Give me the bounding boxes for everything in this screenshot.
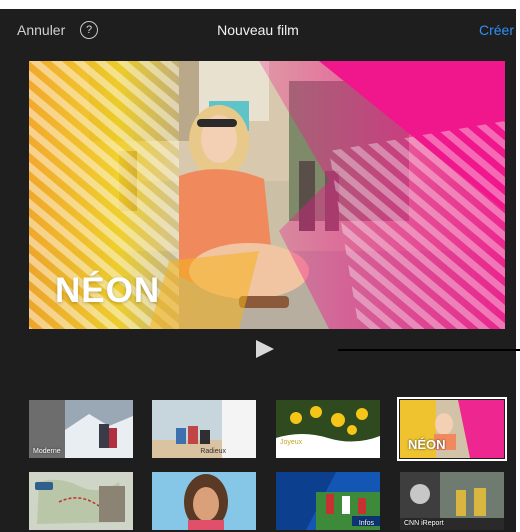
theme-preview[interactable]: NÉON xyxy=(29,61,505,329)
theme-thumbnail-moderne[interactable]: Moderne xyxy=(29,400,133,458)
navigation-bar: Annuler ? Nouveau film Créer xyxy=(0,9,516,53)
thumbnail-image xyxy=(276,400,380,458)
theme-label: Radieux xyxy=(200,448,226,455)
theme-label: Infos xyxy=(358,520,374,527)
new-movie-screen: Annuler ? Nouveau film Créer NÉON Modern… xyxy=(0,0,520,532)
theme-label: CNN iReport xyxy=(404,520,444,527)
playback-scrubber[interactable] xyxy=(338,349,520,351)
theme-thumbnail-neon[interactable]: NÉON xyxy=(397,397,507,461)
theme-thumbnail-radieux[interactable]: Radieux xyxy=(152,400,256,458)
right-edge xyxy=(516,0,520,532)
play-icon xyxy=(256,340,274,358)
create-button[interactable]: Créer xyxy=(479,22,514,38)
thumbnail-image xyxy=(29,472,133,530)
theme-thumbnail-joyeux[interactable]: Joyeux xyxy=(276,400,380,458)
theme-thumbnail-infos[interactable]: Infos xyxy=(276,472,380,530)
theme-thumbnail-portrait[interactable] xyxy=(152,472,256,530)
page-title: Nouveau film xyxy=(217,22,299,38)
theme-thumbnail-travel[interactable] xyxy=(29,472,133,530)
theme-list: Moderne Radieux Joyeux NÉON Infos CNN iR… xyxy=(0,396,516,532)
top-edge xyxy=(0,0,520,9)
play-button[interactable] xyxy=(254,339,276,359)
theme-label: Moderne xyxy=(33,448,61,455)
theme-label: NÉON xyxy=(408,437,446,452)
preview-theme-title: NÉON xyxy=(55,271,161,310)
theme-label: Joyeux xyxy=(280,439,303,446)
theme-thumbnail-cnn-ireport[interactable]: CNN iReport xyxy=(400,472,504,530)
thumbnail-image xyxy=(152,472,256,530)
